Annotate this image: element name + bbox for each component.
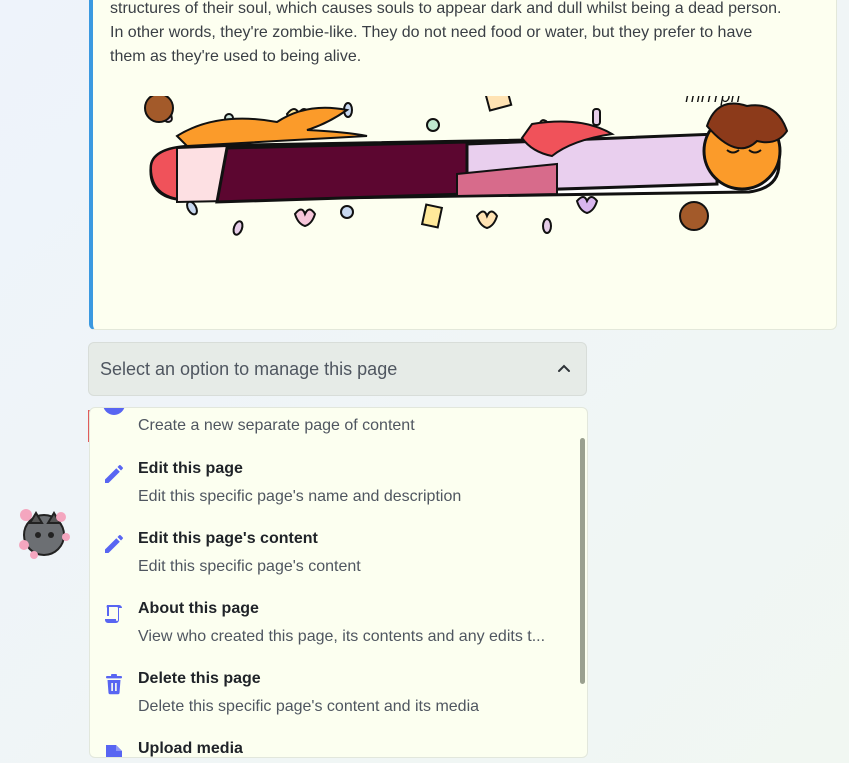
option-edit-content[interactable]: Edit this page's content Edit this speci… [90,516,570,586]
option-description: Edit this specific page's content [138,558,361,575]
manage-page-select[interactable]: Select an option to manage this page [88,342,587,396]
option-delete-page[interactable]: Delete this page Delete this specific pa… [90,656,570,726]
pencil-icon [105,535,123,553]
option-title: Edit this page [138,460,243,477]
upload-file-icon [106,745,122,757]
option-description: Delete this specific page's content and … [138,698,480,715]
option-description: Create a new separate page of content [138,417,415,434]
option-description: View who created this page, its contents… [138,628,546,645]
dropdown-scrollbar[interactable] [580,438,585,684]
plus-circle-icon [103,408,125,415]
option-title: Delete this page [138,670,261,687]
embed-description: structures of their soul, which causes s… [110,0,825,69]
embed-text-line: In other words, they're zombie-like. The… [110,24,753,41]
option-about-page[interactable]: About this page View who created this pa… [90,586,570,656]
option-title: Upload media [138,740,243,757]
option-upload-media[interactable]: Upload media [90,726,570,757]
option-edit-page[interactable]: Edit this page Edit this specific page's… [90,446,570,516]
option-description: Edit this specific page's name and descr… [138,488,462,505]
embed-text-line: structures of their soul, which causes s… [110,0,782,17]
embed-image[interactable]: mrrrph [137,96,797,266]
user-avatar[interactable] [16,505,72,561]
trash-icon [106,674,122,695]
message-embed: structures of their soul, which causes s… [89,0,837,330]
scroll-icon [105,605,122,623]
chevron-up-icon [558,364,570,372]
pencil-icon [105,465,123,483]
option-title: About this page [138,600,259,617]
embed-text-line: them as they're used to being alive. [110,48,362,65]
select-placeholder: Select an option to manage this page [100,359,398,379]
options-dropdown[interactable]: Create a new separate page of content Ed… [89,407,588,758]
option-title: Edit this page's content [138,530,318,547]
image-caption-text: mrrrph [685,96,741,106]
